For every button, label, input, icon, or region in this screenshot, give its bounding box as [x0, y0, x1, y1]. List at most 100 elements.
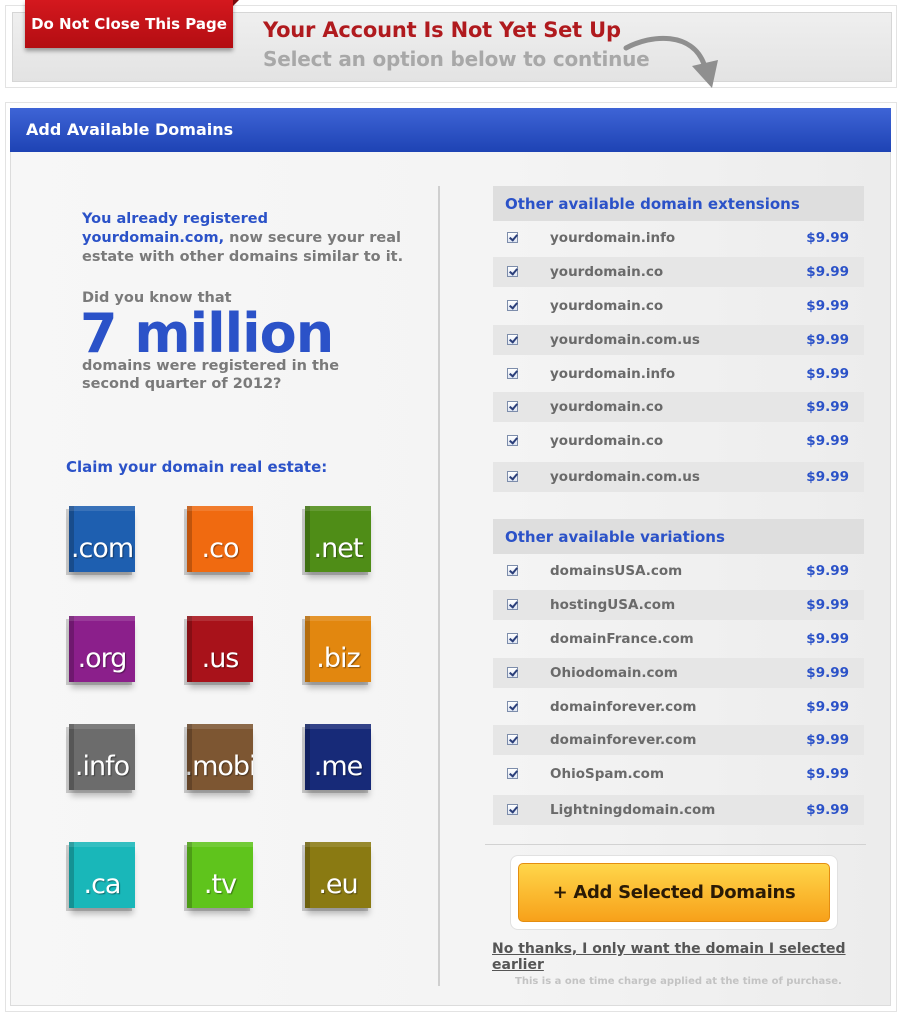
- tld-tile-label: .me: [313, 750, 363, 782]
- domain-row: domainsUSA.com $9.99: [493, 556, 864, 586]
- tld-tile-label: .biz: [316, 642, 360, 674]
- domain-checkbox[interactable]: [507, 768, 518, 779]
- domain-row: hostingUSA.com $9.99: [493, 590, 864, 620]
- domain-price: $9.99: [806, 766, 849, 782]
- tld-tile: .org: [69, 616, 135, 682]
- domain-name: domainforever.com: [550, 732, 697, 748]
- domain-name: yourdomain.co: [550, 399, 664, 415]
- domain-row: Ohiodomain.com $9.99: [493, 658, 864, 688]
- domain-name: yourdomain.info: [550, 366, 676, 382]
- domain-checkbox[interactable]: [507, 599, 518, 610]
- domain-row: domainFrance.com $9.99: [493, 624, 864, 654]
- tld-tile-label: .net: [313, 532, 364, 564]
- domain-checkbox[interactable]: [507, 300, 518, 311]
- domain-checkbox[interactable]: [507, 804, 518, 815]
- domain-name: yourdomain.info: [550, 230, 676, 246]
- domain-row: domainforever.com $9.99: [493, 725, 864, 755]
- tld-tile-label: .us: [201, 642, 240, 674]
- domain-name: hostingUSA.com: [550, 597, 676, 613]
- domain-row: yourdomain.com.us $9.99: [493, 325, 864, 355]
- domain-name: domainforever.com: [550, 699, 697, 715]
- tld-tile: .co: [187, 506, 253, 572]
- domain-name: Lightningdomain.com: [550, 802, 716, 818]
- domain-name: yourdomain.co: [550, 298, 664, 314]
- domain-checkbox[interactable]: [507, 334, 518, 345]
- domain-checkbox[interactable]: [507, 435, 518, 446]
- panel-title: Add Available Domains: [10, 108, 891, 152]
- domain-row: yourdomain.co $9.99: [493, 426, 864, 456]
- tld-tile-label: .info: [74, 750, 130, 782]
- button-divider: [485, 844, 866, 845]
- domain-checkbox[interactable]: [507, 401, 518, 412]
- domain-checkbox[interactable]: [507, 471, 518, 482]
- domain-row: OhioSpam.com $9.99: [493, 759, 864, 789]
- domain-checkbox[interactable]: [507, 232, 518, 243]
- domain-checkbox[interactable]: [507, 734, 518, 745]
- tld-tile: .us: [187, 616, 253, 682]
- domain-price: $9.99: [806, 469, 849, 485]
- tld-tile-label: .co: [201, 532, 240, 564]
- domain-name: OhioSpam.com: [550, 766, 665, 782]
- domain-price: $9.99: [806, 732, 849, 748]
- tld-tile: .info: [69, 724, 135, 790]
- domain-checkbox[interactable]: [507, 667, 518, 678]
- intro-text: You already registered yourdomain.com, n…: [82, 210, 412, 267]
- tld-tile: .biz: [305, 616, 371, 682]
- domain-price: $9.99: [806, 631, 849, 647]
- tld-tile: .ca: [69, 842, 135, 908]
- fine-print: This is a one time charge applied at the…: [515, 976, 842, 987]
- domain-row: Lightningdomain.com $9.99: [493, 795, 864, 825]
- claim-heading: Claim your domain real estate:: [66, 458, 328, 476]
- tld-tile-label: .org: [77, 642, 128, 674]
- domain-row: yourdomain.co $9.99: [493, 257, 864, 287]
- domain-checkbox[interactable]: [507, 565, 518, 576]
- domain-price: $9.99: [806, 399, 849, 415]
- domain-price: $9.99: [806, 597, 849, 613]
- tld-tile-label: .ca: [83, 868, 122, 900]
- domain-row: domainforever.com $9.99: [493, 692, 864, 722]
- tld-tile: .me: [305, 724, 371, 790]
- domain-name: Ohiodomain.com: [550, 665, 678, 681]
- tld-tile-label: .tv: [203, 868, 237, 900]
- domain-price: $9.99: [806, 699, 849, 715]
- domain-price: $9.99: [806, 563, 849, 579]
- domain-checkbox[interactable]: [507, 701, 518, 712]
- tld-tile: .mobi: [187, 724, 253, 790]
- domain-row: yourdomain.info $9.99: [493, 223, 864, 253]
- domain-row: yourdomain.info $9.99: [493, 359, 864, 389]
- domain-price: $9.99: [806, 366, 849, 382]
- curved-arrow-icon: [623, 35, 718, 88]
- variations-heading: Other available variations: [493, 519, 864, 554]
- domain-price: $9.99: [806, 802, 849, 818]
- domain-price: $9.99: [806, 665, 849, 681]
- domain-name: yourdomain.co: [550, 264, 664, 280]
- domain-row: yourdomain.co $9.99: [493, 291, 864, 321]
- domain-price: $9.99: [806, 264, 849, 280]
- domain-checkbox[interactable]: [507, 368, 518, 379]
- extensions-heading: Other available domain extensions: [493, 186, 864, 221]
- tld-tile-label: .com: [70, 532, 134, 564]
- tld-tile-label: .mobi: [187, 750, 253, 782]
- add-selected-domains-button[interactable]: + Add Selected Domains: [518, 863, 830, 922]
- domain-name: yourdomain.com.us: [550, 469, 700, 485]
- tld-tile: .eu: [305, 842, 371, 908]
- decline-link[interactable]: No thanks, I only want the domain I sele…: [492, 941, 902, 973]
- domain-price: $9.99: [806, 230, 849, 246]
- big-stat-number: 7 million: [80, 302, 334, 365]
- domain-checkbox[interactable]: [507, 266, 518, 277]
- column-divider: [438, 186, 440, 986]
- domain-price: $9.99: [806, 298, 849, 314]
- tld-tile-label: .eu: [318, 868, 358, 900]
- domain-price: $9.99: [806, 433, 849, 449]
- domain-name: domainsUSA.com: [550, 563, 683, 579]
- stat-description: domains were registered in the second qu…: [82, 358, 340, 392]
- do-not-close-badge: Do Not Close This Page: [25, 0, 239, 48]
- domain-name: domainFrance.com: [550, 631, 694, 647]
- domain-checkbox[interactable]: [507, 633, 518, 644]
- tld-tile: .net: [305, 506, 371, 572]
- tld-tile: .tv: [187, 842, 253, 908]
- domain-row: yourdomain.co $9.99: [493, 392, 864, 422]
- domain-price: $9.99: [806, 332, 849, 348]
- domain-row: yourdomain.com.us $9.99: [493, 462, 864, 492]
- account-status-subtitle: Select an option below to continue: [263, 47, 650, 71]
